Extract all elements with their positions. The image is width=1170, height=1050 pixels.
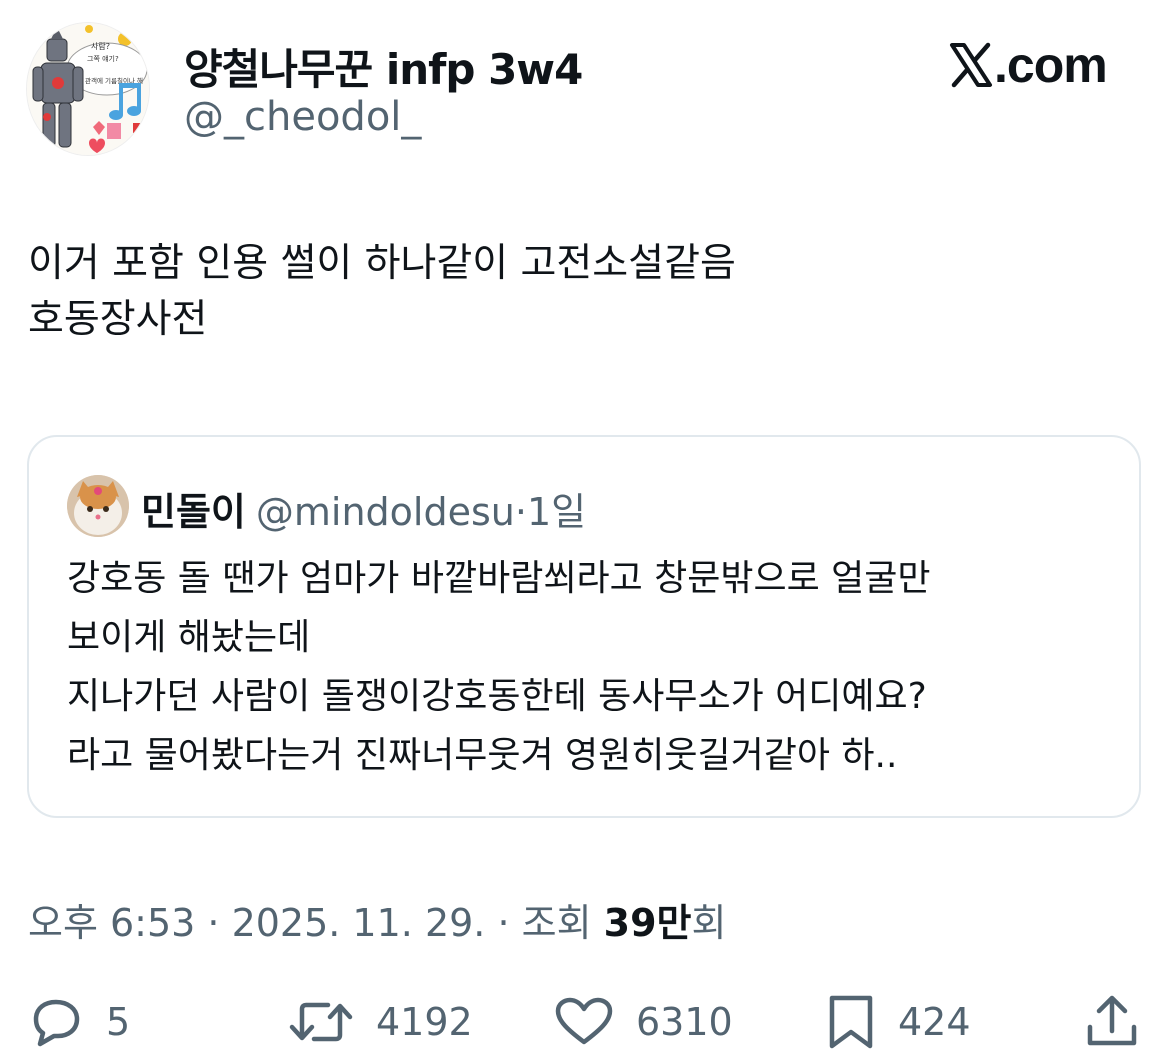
tin-man-avatar-icon: 사람? 그쪽 얘기? 관객에 기름칠이나 해 <box>27 23 149 155</box>
quote-avatar[interactable] <box>67 475 129 537</box>
quote-time[interactable]: 1일 <box>527 490 586 534</box>
user-handle[interactable]: @_cheodol_ <box>184 94 421 140</box>
bookmark-icon <box>826 994 876 1050</box>
retweet-button[interactable]: 4192 <box>288 994 473 1050</box>
heart-icon <box>554 997 614 1047</box>
bookmark-button[interactable]: 424 <box>826 994 971 1050</box>
quote-author-handle[interactable]: @mindoldesu <box>256 490 515 534</box>
profile-avatar[interactable]: 사람? 그쪽 얘기? 관객에 기름칠이나 해 <box>26 22 150 156</box>
svg-text:그쪽 얘기?: 그쪽 얘기? <box>87 54 119 63</box>
brand-domain: .com <box>994 37 1108 93</box>
cat-avatar-icon <box>67 475 129 537</box>
tweet-text: 이거 포함 인용 썰이 하나같이 고전소설같음 호동장사전 <box>28 236 1138 348</box>
quote-line: 지나가던 사람이 돌쟁이강호동한테 동사무소가 어디예요? <box>67 676 927 717</box>
tweet-metadata: 오후 6:53 · 2025. 11. 29. · 조회 39만회 <box>28 892 726 947</box>
timestamp[interactable]: 오후 6:53 · 2025. 11. 29. · 조회 <box>28 901 604 945</box>
view-count: 39만 <box>603 901 692 945</box>
x-logo-icon <box>948 42 994 100</box>
like-button[interactable]: 6310 <box>554 994 733 1050</box>
retweet-count: 4192 <box>376 1000 473 1044</box>
retweet-icon <box>288 997 354 1047</box>
share-button[interactable] <box>1086 994 1138 1050</box>
quote-line: 강호동 돌 땐가 엄마가 바깥바람쐬라고 창문밖으로 얼굴만 <box>67 558 931 599</box>
x-com-brand: .com <box>948 36 1108 100</box>
quote-line: 라고 물어봤다는거 진짜너무웃겨 영원히웃길거같아 하.. <box>67 735 898 776</box>
tweet-line: 호동장사전 <box>28 297 208 342</box>
bookmark-count: 424 <box>898 1000 971 1044</box>
view-count-suffix: 회 <box>691 901 727 945</box>
quote-body: 강호동 돌 땐가 엄마가 바깥바람쐬라고 창문밖으로 얼굴만 보이게 해놨는데 … <box>67 549 1127 785</box>
quote-separator: · <box>514 490 527 534</box>
quote-header: 민돌이 @mindoldesu·1일 <box>141 481 586 536</box>
reply-icon <box>28 997 84 1047</box>
like-count: 6310 <box>636 1000 733 1044</box>
share-icon <box>1086 995 1138 1049</box>
quote-line: 보이게 해놨는데 <box>67 617 311 658</box>
quote-author-name[interactable]: 민돌이 <box>141 490 246 534</box>
reply-button[interactable]: 5 <box>28 994 130 1050</box>
tweet-line: 이거 포함 인용 썰이 하나같이 고전소설같음 <box>28 241 736 286</box>
quoted-tweet-card[interactable]: 민돌이 @mindoldesu·1일 강호동 돌 땐가 엄마가 바깥바람쐬라고 창… <box>27 435 1141 818</box>
reply-count: 5 <box>106 1000 131 1044</box>
svg-text:사람?: 사람? <box>91 42 110 51</box>
display-name[interactable]: 양철나무꾼 infp 3w4 <box>184 36 583 97</box>
